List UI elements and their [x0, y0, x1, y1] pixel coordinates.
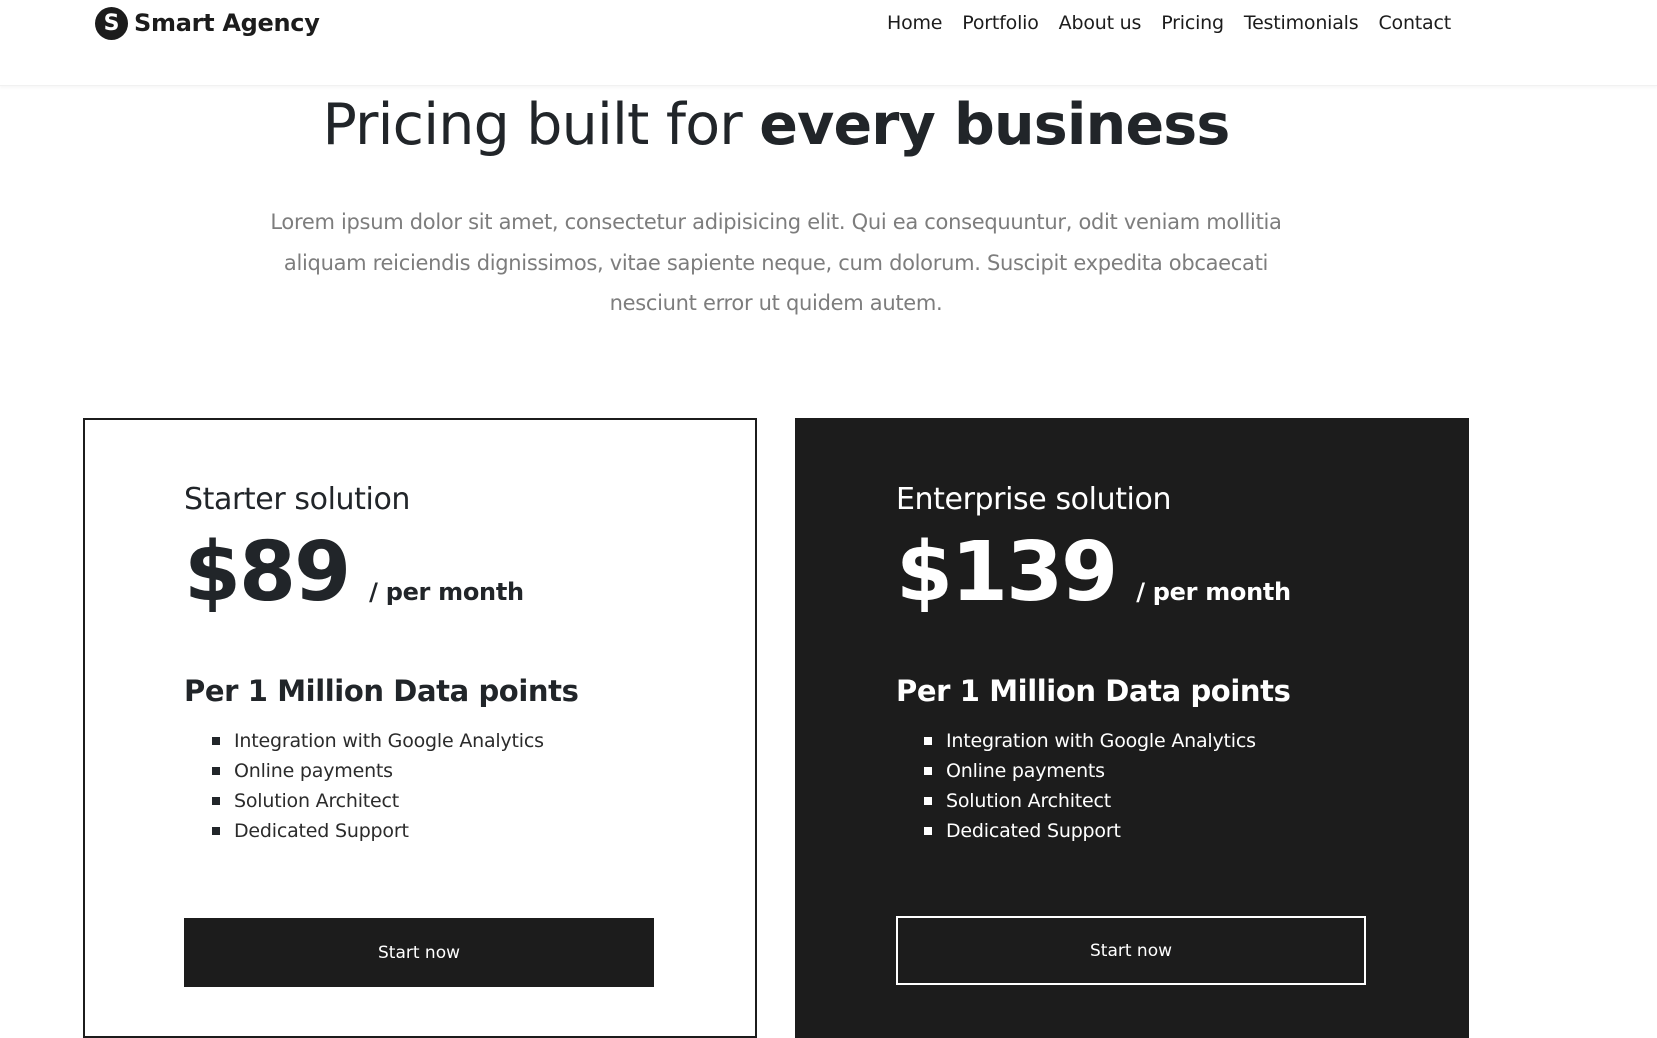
nav-link-pricing[interactable]: Pricing	[1151, 10, 1234, 36]
plan-price: $139	[896, 525, 1118, 620]
feature-item: Dedicated Support	[924, 816, 1376, 846]
plan-period: / per month	[1136, 578, 1291, 606]
page-title-bold: every business	[759, 92, 1230, 158]
feature-item: Integration with Google Analytics	[924, 726, 1376, 756]
plan-data-points: Per 1 Million Data points	[896, 674, 1291, 708]
plan-price: $89	[184, 525, 351, 620]
page-title-regular: Pricing built for	[322, 92, 760, 158]
plan-name: Enterprise solution	[896, 482, 1172, 517]
feature-item: Dedicated Support	[212, 816, 664, 846]
bullet-icon	[212, 797, 220, 805]
feature-item: Solution Architect	[212, 786, 664, 816]
brand[interactable]: S Smart Agency	[95, 6, 320, 40]
page-title: Pricing built for every business	[0, 92, 1552, 158]
nav-link-about-us[interactable]: About us	[1049, 10, 1152, 36]
feature-item: Solution Architect	[924, 786, 1376, 816]
feature-label: Online payments	[234, 760, 393, 782]
feature-item: Online payments	[924, 756, 1376, 786]
nav-link-testimonials[interactable]: Testimonials	[1234, 10, 1369, 36]
feature-label: Solution Architect	[946, 790, 1112, 812]
feature-label: Dedicated Support	[946, 820, 1121, 842]
plan-data-points: Per 1 Million Data points	[184, 674, 579, 708]
bullet-icon	[212, 737, 220, 745]
feature-label: Integration with Google Analytics	[234, 730, 544, 752]
navbar: S Smart Agency Home Portfolio About us P…	[0, 0, 1657, 86]
bullet-icon	[924, 737, 932, 745]
feature-label: Solution Architect	[234, 790, 400, 812]
nav-link-home[interactable]: Home	[877, 10, 952, 36]
bullet-icon	[924, 797, 932, 805]
bullet-icon	[924, 767, 932, 775]
feature-list: Integration with Google Analytics Online…	[184, 726, 664, 846]
start-now-button[interactable]: Start now	[896, 916, 1366, 985]
nav-menu: Home Portfolio About us Pricing Testimon…	[877, 10, 1461, 36]
feature-list: Integration with Google Analytics Online…	[896, 726, 1376, 846]
bullet-icon	[212, 767, 220, 775]
brand-logo-icon: S	[95, 6, 128, 40]
feature-item: Online payments	[212, 756, 664, 786]
feature-label: Online payments	[946, 760, 1105, 782]
feature-label: Dedicated Support	[234, 820, 409, 842]
price-row: $89 / per month	[184, 525, 664, 621]
nav-link-contact[interactable]: Contact	[1368, 10, 1461, 36]
pricing-card-enterprise: Enterprise solution $139 / per month Per…	[795, 418, 1469, 1038]
feature-item: Integration with Google Analytics	[212, 726, 664, 756]
price-row: $139 / per month	[896, 525, 1376, 621]
pricing-card-starter: Starter solution $89 / per month Per 1 M…	[83, 418, 757, 1038]
nav-link-portfolio[interactable]: Portfolio	[952, 10, 1048, 36]
bullet-icon	[212, 827, 220, 835]
plan-period: / per month	[369, 578, 524, 606]
feature-label: Integration with Google Analytics	[946, 730, 1256, 752]
bullet-icon	[924, 827, 932, 835]
page-description: Lorem ipsum dolor sit amet, consectetur …	[270, 210, 1282, 315]
brand-name: Smart Agency	[134, 9, 320, 37]
start-now-button[interactable]: Start now	[184, 918, 654, 987]
plan-name: Starter solution	[184, 482, 411, 517]
